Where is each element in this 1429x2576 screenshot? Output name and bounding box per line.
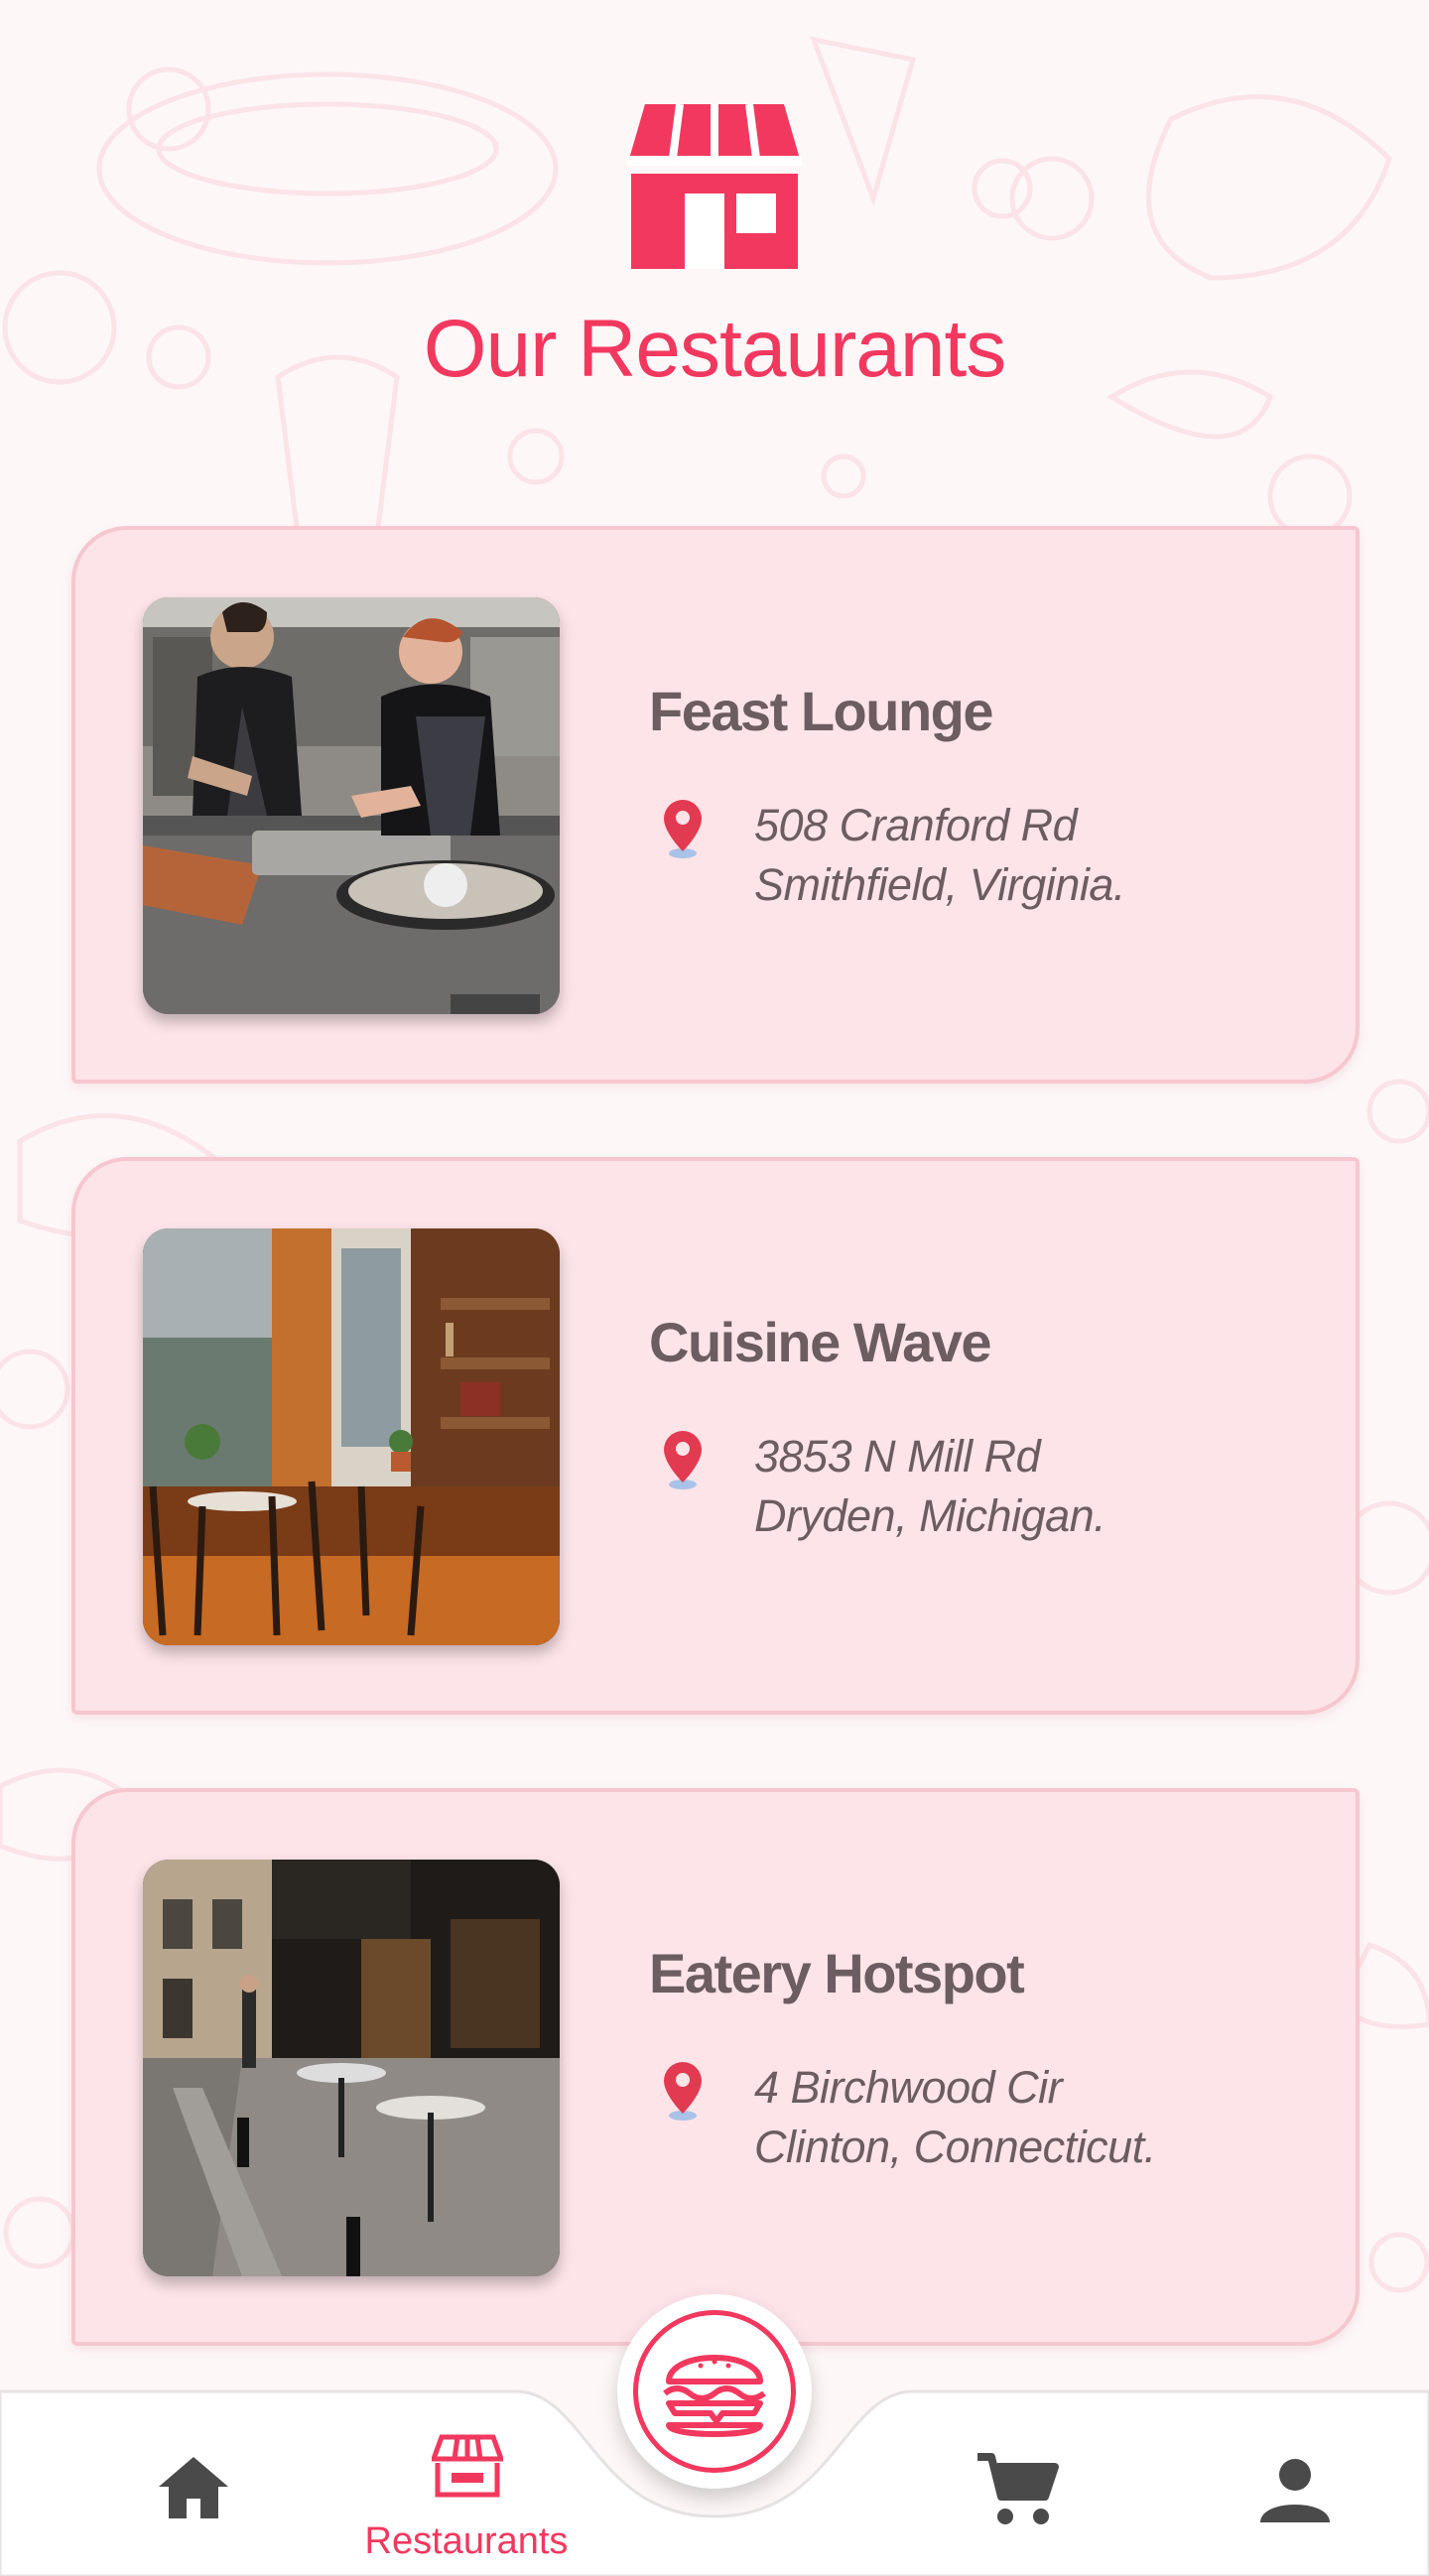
address-city: Clinton, Connecticut. xyxy=(754,2122,1156,2172)
location-pin-icon xyxy=(664,800,702,858)
restaurant-name: Feast Lounge xyxy=(649,680,994,742)
location-pin-icon xyxy=(664,1431,702,1489)
store-icon xyxy=(432,2434,503,2498)
burger-icon xyxy=(663,2355,766,2437)
location-pin-icon xyxy=(664,2062,702,2121)
address-street: 3853 N Mill Rd xyxy=(754,1431,1041,1481)
home-icon xyxy=(159,2457,228,2518)
address-street: 508 Cranford Rd xyxy=(754,800,1078,850)
nav-cart[interactable] xyxy=(968,2387,1067,2576)
nav-home[interactable] xyxy=(149,2387,238,2576)
restaurant-address: 4 Birchwood Cir Clinton, Connecticut. xyxy=(754,2058,1156,2177)
restaurant-card-eatery-hotspot[interactable]: Eatery Hotspot 4 Birchwood Cir Clinton, … xyxy=(71,1788,1360,2346)
restaurant-address: 508 Cranford Rd Smithfield, Virginia. xyxy=(754,796,1125,915)
nav-restaurants[interactable]: Restaurants xyxy=(327,2387,605,2576)
restaurant-photo xyxy=(143,1860,560,2276)
store-icon xyxy=(627,103,802,269)
address-city: Smithfield, Virginia. xyxy=(754,859,1125,910)
restaurant-photo xyxy=(143,1228,560,1645)
person-icon xyxy=(1260,2459,1330,2522)
restaurant-name: Eatery Hotspot xyxy=(649,1942,1025,2004)
cart-icon xyxy=(977,2453,1059,2524)
page-title: Our Restaurants xyxy=(423,304,1007,394)
restaurant-address: 3853 N Mill Rd Dryden, Michigan. xyxy=(754,1427,1106,1546)
nav-restaurants-label: Restaurants xyxy=(364,2520,569,2562)
page-header: Our Restaurants xyxy=(0,0,1429,417)
address-street: 4 Birchwood Cir xyxy=(754,2062,1063,2113)
center-menu-button[interactable] xyxy=(617,2294,812,2489)
restaurant-photo xyxy=(143,597,560,1014)
nav-profile[interactable] xyxy=(1250,2387,1340,2576)
restaurant-name: Cuisine Wave xyxy=(649,1311,992,1373)
address-city: Dryden, Michigan. xyxy=(754,1490,1106,1541)
restaurant-card-feast-lounge[interactable]: Feast Lounge 508 Cranford Rd Smithfield,… xyxy=(71,526,1360,1084)
restaurant-card-cuisine-wave[interactable]: Cuisine Wave 3853 N Mill Rd Dryden, Mich… xyxy=(71,1157,1360,1715)
